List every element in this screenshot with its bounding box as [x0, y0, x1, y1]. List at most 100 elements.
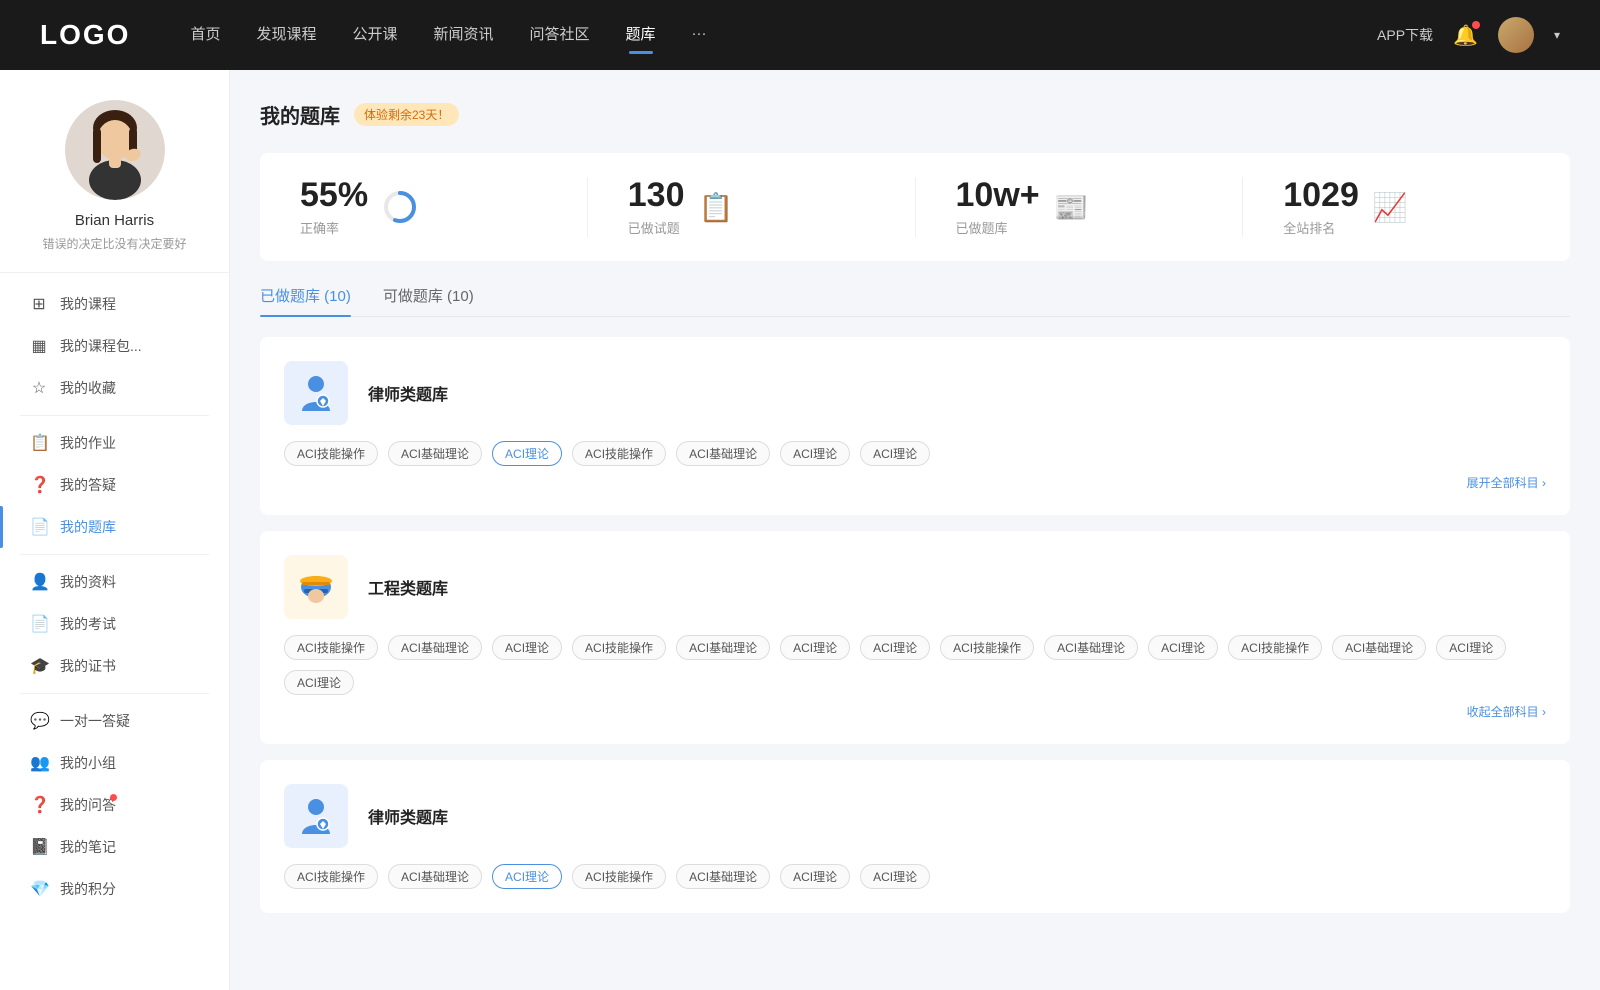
tag-1-4[interactable]: ACI基础理论 — [676, 635, 770, 660]
tag-1-3[interactable]: ACI技能操作 — [572, 635, 666, 660]
qbank-header-1: 工程类题库 — [284, 555, 1546, 619]
expand-btn-0[interactable]: 展开全部科目 › — [284, 474, 1546, 491]
notification-bell[interactable]: 🔔 — [1453, 23, 1478, 48]
one-on-one-icon: 💬 — [30, 711, 48, 731]
tag-0-4[interactable]: ACI基础理论 — [676, 441, 770, 466]
user-avatar[interactable] — [1498, 17, 1534, 53]
qbank-section-2: 律师类题库 ACI技能操作 ACI基础理论 ACI理论 ACI技能操作 ACI基… — [260, 760, 1570, 913]
stat-accuracy: 55% 正确率 — [260, 177, 588, 237]
sidebar-item-certificate[interactable]: 🎓 我的证书 — [0, 645, 229, 687]
stats-row: 55% 正确率 130 已做试题 📋 — [260, 153, 1570, 261]
navbar: LOGO 首页 发现课程 公开课 新闻资讯 问答社区 题库 ··· APP下载 … — [0, 0, 1600, 70]
stat-value-accuracy: 55% — [300, 177, 368, 214]
sidebar-item-my-courses[interactable]: ⊞ 我的课程 — [0, 283, 229, 325]
tag-1-12[interactable]: ACI理论 — [1436, 635, 1506, 660]
nav-opencourse[interactable]: 公开课 — [352, 23, 397, 48]
sidebar-item-questions[interactable]: ❓ 我的问答 — [0, 784, 229, 826]
tag-2-6[interactable]: ACI理论 — [860, 864, 930, 889]
tag-2-0[interactable]: ACI技能操作 — [284, 864, 378, 889]
nav-discover[interactable]: 发现课程 — [256, 23, 316, 48]
nav-qbank[interactable]: 题库 — [626, 23, 656, 48]
menu-divider-3 — [20, 693, 209, 694]
qbank-section-1: 工程类题库 ACI技能操作 ACI基础理论 ACI理论 ACI技能操作 ACI基… — [260, 531, 1570, 744]
homework-icon: 📋 — [30, 433, 48, 453]
sidebar-item-1on1[interactable]: 💬 一对一答疑 — [0, 700, 229, 742]
trial-badge: 体验剩余23天！ — [354, 103, 459, 126]
chevron-down-icon[interactable]: ▾ — [1554, 28, 1560, 42]
tab-done-banks[interactable]: 已做题库 (10) — [260, 285, 351, 316]
expand-btn-1[interactable]: 收起全部科目 › — [284, 703, 1546, 720]
stat-value-banks: 10w+ — [956, 177, 1040, 214]
stat-done-banks: 10w+ 已做题库 📰 — [916, 177, 1244, 237]
sidebar-item-group[interactable]: 👥 我的小组 — [0, 742, 229, 784]
qbank-title-0: 律师类题库 — [368, 381, 448, 405]
stat-label-accuracy: 正确率 — [300, 218, 368, 237]
sidebar-profile: Brian Harris 错误的决定比没有决定要好 — [0, 100, 229, 273]
sidebar-item-points[interactable]: 💎 我的积分 — [0, 868, 229, 910]
tag-1-2[interactable]: ACI理论 — [492, 635, 562, 660]
sidebar-item-label: 我的课程 — [60, 294, 116, 314]
qbank-title-1: 工程类题库 — [368, 575, 448, 599]
lawyer-svg — [294, 371, 338, 415]
tag-1-5[interactable]: ACI理论 — [780, 635, 850, 660]
tag-0-2[interactable]: ACI理论 — [492, 441, 562, 466]
tag-0-5[interactable]: ACI理论 — [780, 441, 850, 466]
tag-1-1[interactable]: ACI基础理论 — [388, 635, 482, 660]
page-header: 我的题库 体验剩余23天！ — [260, 100, 1570, 129]
app-download-button[interactable]: APP下载 — [1377, 25, 1433, 45]
tab-todo-banks[interactable]: 可做题库 (10) — [383, 285, 474, 316]
sidebar-item-label: 我的资料 — [60, 572, 116, 592]
qbank-icon-lawyer-2 — [284, 784, 348, 848]
nav-news[interactable]: 新闻资讯 — [434, 23, 494, 48]
tag-1-0[interactable]: ACI技能操作 — [284, 635, 378, 660]
menu-divider-2 — [20, 554, 209, 555]
main-content: 我的题库 体验剩余23天！ 55% 正确率 — [230, 70, 1600, 990]
tag-1-11[interactable]: ACI基础理论 — [1332, 635, 1426, 660]
stat-text-rank: 1029 全站排名 — [1283, 177, 1359, 237]
nav-more[interactable]: ··· — [692, 25, 707, 46]
stat-done-questions: 130 已做试题 📋 — [588, 177, 916, 237]
nav-qa[interactable]: 问答社区 — [530, 23, 590, 48]
sidebar-item-qa[interactable]: ❓ 我的答疑 — [0, 464, 229, 506]
tag-2-2[interactable]: ACI理论 — [492, 864, 562, 889]
tag-0-6[interactable]: ACI理论 — [860, 441, 930, 466]
tag-1-10[interactable]: ACI技能操作 — [1228, 635, 1322, 660]
tag-2-3[interactable]: ACI技能操作 — [572, 864, 666, 889]
tag-2-1[interactable]: ACI基础理论 — [388, 864, 482, 889]
lawyer-svg-2 — [294, 794, 338, 838]
tag-1-13[interactable]: ACI理论 — [284, 670, 354, 695]
unread-dot — [110, 794, 117, 801]
tag-0-0[interactable]: ACI技能操作 — [284, 441, 378, 466]
sidebar-item-label: 我的小组 — [60, 753, 116, 773]
sidebar-item-homework[interactable]: 📋 我的作业 — [0, 422, 229, 464]
tag-1-7[interactable]: ACI技能操作 — [940, 635, 1034, 660]
sidebar-item-qbank[interactable]: 📄 我的题库 — [0, 506, 229, 548]
stat-ranking: 1029 全站排名 📈 — [1243, 177, 1570, 237]
tag-0-3[interactable]: ACI技能操作 — [572, 441, 666, 466]
sidebar-item-exam[interactable]: 📄 我的考试 — [0, 603, 229, 645]
accuracy-chart — [382, 189, 418, 225]
sidebar-item-course-package[interactable]: ▦ 我的课程包... — [0, 325, 229, 367]
sidebar-item-favorites[interactable]: ☆ 我的收藏 — [0, 367, 229, 409]
list-icon: 📋 — [698, 191, 733, 224]
profile-avatar — [65, 100, 165, 200]
sidebar-item-profile[interactable]: 👤 我的资料 — [0, 561, 229, 603]
tag-1-8[interactable]: ACI基础理论 — [1044, 635, 1138, 660]
courses-icon: ⊞ — [30, 294, 48, 314]
qbank-title-2: 律师类题库 — [368, 804, 448, 828]
sidebar-menu: ⊞ 我的课程 ▦ 我的课程包... ☆ 我的收藏 📋 我的作业 ❓ 我的答疑 📄 — [0, 273, 229, 920]
sidebar-item-label: 我的积分 — [60, 879, 116, 899]
user-name: Brian Harris — [75, 212, 154, 229]
sidebar-item-notes[interactable]: 📓 我的笔记 — [0, 826, 229, 868]
tag-1-6[interactable]: ACI理论 — [860, 635, 930, 660]
nav-home[interactable]: 首页 — [190, 23, 220, 48]
tag-2-5[interactable]: ACI理论 — [780, 864, 850, 889]
tag-2-4[interactable]: ACI基础理论 — [676, 864, 770, 889]
chart-icon: 📈 — [1373, 191, 1408, 224]
qbank-section-0: 律师类题库 ACI技能操作 ACI基础理论 ACI理论 ACI技能操作 ACI基… — [260, 337, 1570, 515]
tag-1-9[interactable]: ACI理论 — [1148, 635, 1218, 660]
qa-icon: ❓ — [30, 475, 48, 495]
tag-0-1[interactable]: ACI基础理论 — [388, 441, 482, 466]
exam-icon: 📄 — [30, 614, 48, 634]
sidebar-item-label: 我的题库 — [60, 517, 116, 537]
